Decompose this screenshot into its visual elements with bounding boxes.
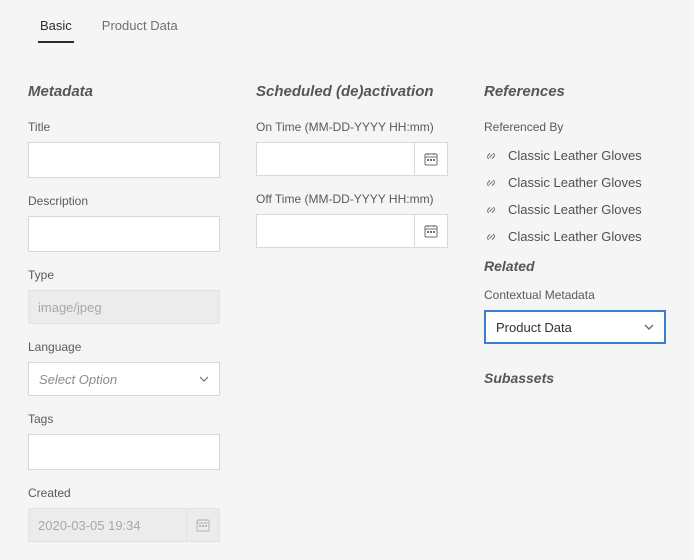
link-icon	[484, 230, 498, 244]
referenced-by-label: Referenced By	[484, 120, 666, 134]
link-icon	[484, 149, 498, 163]
subassets-heading: Subassets	[484, 370, 666, 386]
reference-item-label: Classic Leather Gloves	[508, 229, 642, 244]
tab-basic[interactable]: Basic	[40, 10, 72, 43]
reference-item-label: Classic Leather Gloves	[508, 148, 642, 163]
references-column: References Referenced By Classic Leather…	[484, 83, 666, 558]
on-time-input[interactable]	[256, 142, 414, 176]
type-label: Type	[28, 268, 220, 282]
tags-label: Tags	[28, 412, 220, 426]
reference-item[interactable]: Classic Leather Gloves	[484, 148, 666, 163]
reference-item[interactable]: Classic Leather Gloves	[484, 175, 666, 190]
reference-item[interactable]: Classic Leather Gloves	[484, 202, 666, 217]
metadata-heading: Metadata	[28, 83, 220, 100]
language-select[interactable]: Select Option	[28, 362, 220, 396]
scheduled-column: Scheduled (de)activation On Time (MM-DD-…	[256, 83, 448, 558]
description-input[interactable]	[28, 216, 220, 252]
link-icon	[484, 203, 498, 217]
title-input[interactable]	[28, 142, 220, 178]
type-input	[28, 290, 220, 324]
tabs: Basic Product Data	[0, 0, 694, 43]
off-time-input[interactable]	[256, 214, 414, 248]
created-label: Created	[28, 486, 220, 500]
reference-list: Classic Leather Gloves Classic Leather Gl…	[484, 148, 666, 244]
off-time-label: Off Time (MM-DD-YYYY HH:mm)	[256, 192, 448, 206]
language-placeholder: Select Option	[39, 372, 117, 387]
title-label: Title	[28, 120, 220, 134]
chevron-down-icon	[644, 320, 654, 335]
language-label: Language	[28, 340, 220, 354]
description-label: Description	[28, 194, 220, 208]
chevron-down-icon	[199, 372, 209, 387]
calendar-icon	[195, 517, 211, 533]
references-heading: References	[484, 83, 666, 100]
on-time-calendar-button[interactable]	[414, 142, 448, 176]
off-time-calendar-button[interactable]	[414, 214, 448, 248]
contextual-metadata-value: Product Data	[496, 320, 572, 335]
tab-product-data[interactable]: Product Data	[102, 10, 178, 43]
created-input	[28, 508, 186, 542]
content-columns: Metadata Title Description Type Language…	[0, 43, 694, 558]
reference-item[interactable]: Classic Leather Gloves	[484, 229, 666, 244]
calendar-icon	[423, 151, 439, 167]
created-calendar-button	[186, 508, 220, 542]
reference-item-label: Classic Leather Gloves	[508, 202, 642, 217]
scheduled-heading: Scheduled (de)activation	[256, 83, 448, 100]
contextual-metadata-label: Contextual Metadata	[484, 288, 666, 302]
reference-item-label: Classic Leather Gloves	[508, 175, 642, 190]
tags-input[interactable]	[28, 434, 220, 470]
calendar-icon	[423, 223, 439, 239]
on-time-label: On Time (MM-DD-YYYY HH:mm)	[256, 120, 448, 134]
related-heading: Related	[484, 258, 666, 274]
contextual-metadata-select[interactable]: Product Data	[484, 310, 666, 344]
metadata-column: Metadata Title Description Type Language…	[28, 83, 220, 558]
link-icon	[484, 176, 498, 190]
